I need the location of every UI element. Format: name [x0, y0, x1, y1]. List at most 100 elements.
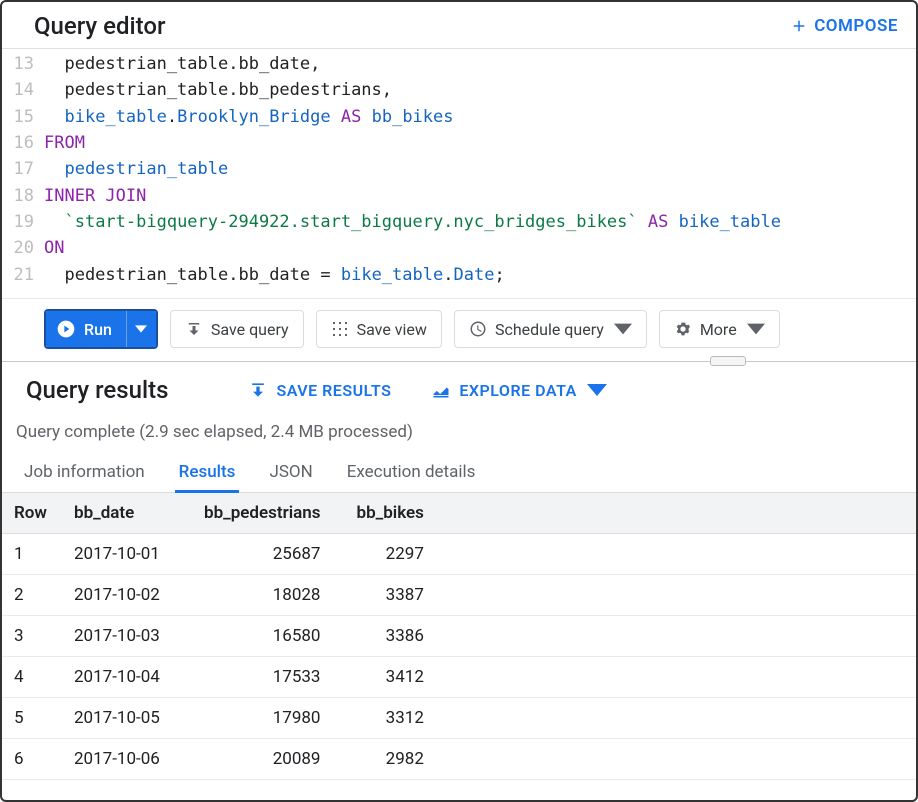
cell-spacer — [448, 739, 916, 780]
resize-handle[interactable] — [710, 356, 746, 366]
code-content: FROM — [44, 130, 85, 156]
code-content: pedestrian_table.bb_date, — [44, 51, 320, 77]
results-title: Query results — [26, 376, 168, 404]
code-content: ON — [44, 235, 64, 261]
code-content: pedestrian_table — [44, 156, 228, 182]
line-number: 20 — [2, 235, 44, 261]
results-header: Query results SAVE RESULTS EXPLORE DATA — [2, 362, 916, 416]
gear-icon — [674, 320, 692, 338]
cell-bb-date: 2017-10-05 — [62, 698, 192, 739]
run-button[interactable]: Run — [46, 311, 126, 347]
line-number: 19 — [2, 209, 44, 235]
cell-bb-pedestrians: 25687 — [192, 534, 345, 575]
code-content: bike_table.Brooklyn_Bridge AS bb_bikes — [44, 104, 454, 130]
chart-icon — [431, 380, 451, 400]
save-query-button[interactable]: Save query — [170, 310, 304, 348]
col-bb-bikes: bb_bikes — [345, 493, 448, 534]
editor-header: Query editor COMPOSE — [2, 2, 916, 49]
save-view-label: Save view — [357, 320, 427, 339]
cell-row: 4 — [2, 657, 62, 698]
cell-bb-bikes: 3312 — [345, 698, 448, 739]
cell-spacer — [448, 616, 916, 657]
line-number: 13 — [2, 51, 44, 77]
results-table: Row bb_date bb_pedestrians bb_bikes 1201… — [2, 493, 916, 780]
tab-json[interactable]: JSON — [265, 454, 316, 492]
cell-bb-pedestrians: 16580 — [192, 616, 345, 657]
more-label: More — [700, 320, 737, 339]
cell-bb-date: 2017-10-01 — [62, 534, 192, 575]
col-spacer — [448, 493, 916, 534]
cell-row: 5 — [2, 698, 62, 739]
code-line: 13 pedestrian_table.bb_date, — [2, 51, 916, 77]
cell-bb-pedestrians: 17980 — [192, 698, 345, 739]
line-number: 15 — [2, 104, 44, 130]
cell-row: 3 — [2, 616, 62, 657]
table-row[interactable]: 52017-10-05179803312 — [2, 698, 916, 739]
code-line: 19 `start-bigquery-294922.start_bigquery… — [2, 209, 916, 235]
query-status: Query complete (2.9 sec elapsed, 2.4 MB … — [2, 416, 916, 454]
plus-icon — [790, 17, 808, 35]
more-button[interactable]: More — [659, 310, 780, 348]
code-content: `start-bigquery-294922.start_bigquery.ny… — [44, 209, 781, 235]
code-line: 20ON — [2, 235, 916, 261]
cell-spacer — [448, 657, 916, 698]
table-header-row: Row bb_date bb_pedestrians bb_bikes — [2, 493, 916, 534]
caret-down-icon — [587, 380, 607, 400]
cell-row: 1 — [2, 534, 62, 575]
code-content: pedestrian_table.bb_pedestrians, — [44, 77, 392, 103]
cell-spacer — [448, 575, 916, 616]
save-view-button[interactable]: Save view — [316, 310, 442, 348]
run-button-group: Run — [44, 309, 158, 349]
tab-results[interactable]: Results — [175, 454, 240, 492]
line-number: 17 — [2, 156, 44, 182]
code-line: 18INNER JOIN — [2, 183, 916, 209]
clock-icon — [469, 320, 487, 338]
explore-data-button[interactable]: EXPLORE DATA — [431, 380, 606, 400]
download-icon — [248, 380, 268, 400]
code-line: 15 bike_table.Brooklyn_Bridge AS bb_bike… — [2, 104, 916, 130]
cell-spacer — [448, 698, 916, 739]
tab-job-information[interactable]: Job information — [20, 454, 149, 492]
cell-bb-pedestrians: 18028 — [192, 575, 345, 616]
line-number: 14 — [2, 77, 44, 103]
cell-bb-bikes: 3387 — [345, 575, 448, 616]
col-row: Row — [2, 493, 62, 534]
compose-label: COMPOSE — [814, 16, 898, 36]
query-toolbar: Run Save query Save view Schedule query … — [2, 298, 916, 362]
col-bb-pedestrians: bb_pedestrians — [192, 493, 345, 534]
schedule-query-button[interactable]: Schedule query — [454, 310, 647, 348]
table-row[interactable]: 62017-10-06200892982 — [2, 739, 916, 780]
cell-bb-date: 2017-10-04 — [62, 657, 192, 698]
cell-bb-date: 2017-10-03 — [62, 616, 192, 657]
save-query-label: Save query — [211, 320, 289, 339]
table-row[interactable]: 42017-10-04175333412 — [2, 657, 916, 698]
line-number: 18 — [2, 183, 44, 209]
cell-bb-pedestrians: 17533 — [192, 657, 345, 698]
cell-bb-bikes: 3386 — [345, 616, 448, 657]
table-row[interactable]: 12017-10-01256872297 — [2, 534, 916, 575]
cell-spacer — [448, 534, 916, 575]
cell-bb-bikes: 2982 — [345, 739, 448, 780]
run-dropdown[interactable] — [126, 311, 156, 347]
code-content: pedestrian_table.bb_date = bike_table.Da… — [44, 262, 505, 288]
cell-bb-date: 2017-10-02 — [62, 575, 192, 616]
code-line: 16FROM — [2, 130, 916, 156]
sql-editor[interactable]: 13 pedestrian_table.bb_date,14 pedestria… — [2, 49, 916, 298]
download-icon — [185, 320, 203, 338]
explore-label: EXPLORE DATA — [459, 381, 576, 400]
table-row[interactable]: 32017-10-03165803386 — [2, 616, 916, 657]
code-content: INNER JOIN — [44, 183, 146, 209]
tab-execution-details[interactable]: Execution details — [343, 454, 480, 492]
line-number: 21 — [2, 262, 44, 288]
cell-bb-bikes: 2297 — [345, 534, 448, 575]
compose-button[interactable]: COMPOSE — [790, 16, 898, 36]
line-number: 16 — [2, 130, 44, 156]
col-bb-date: bb_date — [62, 493, 192, 534]
table-row[interactable]: 22017-10-02180283387 — [2, 575, 916, 616]
caret-down-icon — [614, 320, 632, 338]
page-title: Query editor — [34, 12, 165, 40]
results-tabs: Job information Results JSON Execution d… — [2, 454, 916, 493]
save-results-button[interactable]: SAVE RESULTS — [248, 380, 391, 400]
code-line: 21 pedestrian_table.bb_date = bike_table… — [2, 262, 916, 288]
grid-icon — [331, 320, 349, 338]
